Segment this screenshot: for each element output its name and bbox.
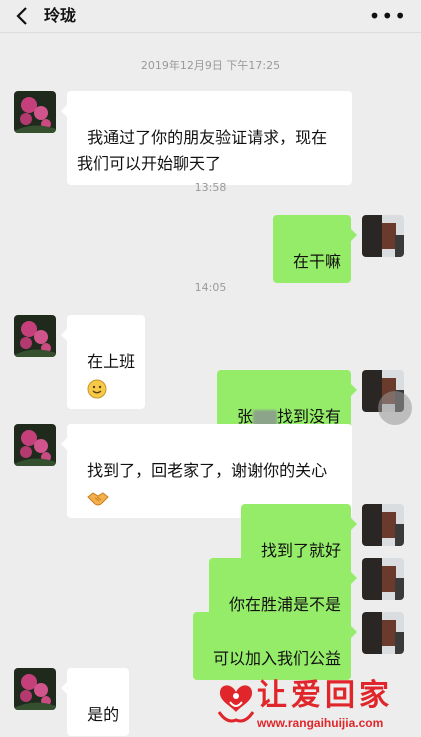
- timestamp: 13:58: [194, 181, 227, 194]
- my-avatar[interactable]: [362, 612, 404, 654]
- watermark: 让爱回家 www.rangaihuijia.com: [217, 676, 417, 734]
- watermark-url: www.rangaihuijia.com: [257, 716, 384, 730]
- back-arrow-icon[interactable]: [12, 5, 34, 27]
- my-avatar[interactable]: [362, 504, 404, 546]
- more-icon[interactable]: •••: [369, 6, 407, 26]
- my-avatar[interactable]: [362, 215, 404, 257]
- scroll-button[interactable]: [378, 391, 412, 425]
- chat-title: 玲珑: [44, 6, 77, 25]
- timestamp: 14:05: [194, 281, 227, 294]
- message-bubble-received: 是的: [60, 668, 130, 736]
- message-text: 在上班: [87, 352, 136, 371]
- message-bubble-sent: 可以加入我们公益: [192, 612, 358, 680]
- friend-avatar[interactable]: [14, 668, 56, 710]
- message-text: 找到了，回老家了，谢谢你的关心: [87, 461, 328, 480]
- friend-avatar[interactable]: [14, 315, 56, 357]
- message-text: 我通过了你的朋友验证请求，现在 我们可以开始聊天了: [77, 128, 328, 173]
- friend-avatar[interactable]: [14, 91, 56, 133]
- timestamp: 2019年12月9日 下午17:25: [140, 59, 281, 72]
- message-text: 是的: [87, 705, 120, 724]
- message-bubble-received: 在上班: [60, 315, 146, 409]
- message-text: 可以加入我们公益: [212, 649, 341, 668]
- top-bar: 玲珑 •••: [0, 0, 421, 33]
- heart-hands-logo-icon: [217, 685, 255, 723]
- smile-emoji-icon: [87, 379, 107, 398]
- my-avatar[interactable]: [362, 558, 404, 600]
- watermark-text: 让爱回家: [257, 678, 393, 713]
- message-bubble-sent: 在干嘛: [272, 215, 358, 283]
- message-bubble-received: 我通过了你的朋友验证请求，现在 我们可以开始聊天了: [61, 91, 352, 185]
- friend-avatar[interactable]: [14, 424, 56, 466]
- message-text: 在干嘛: [292, 252, 341, 271]
- handshake-emoji-icon: [87, 491, 109, 505]
